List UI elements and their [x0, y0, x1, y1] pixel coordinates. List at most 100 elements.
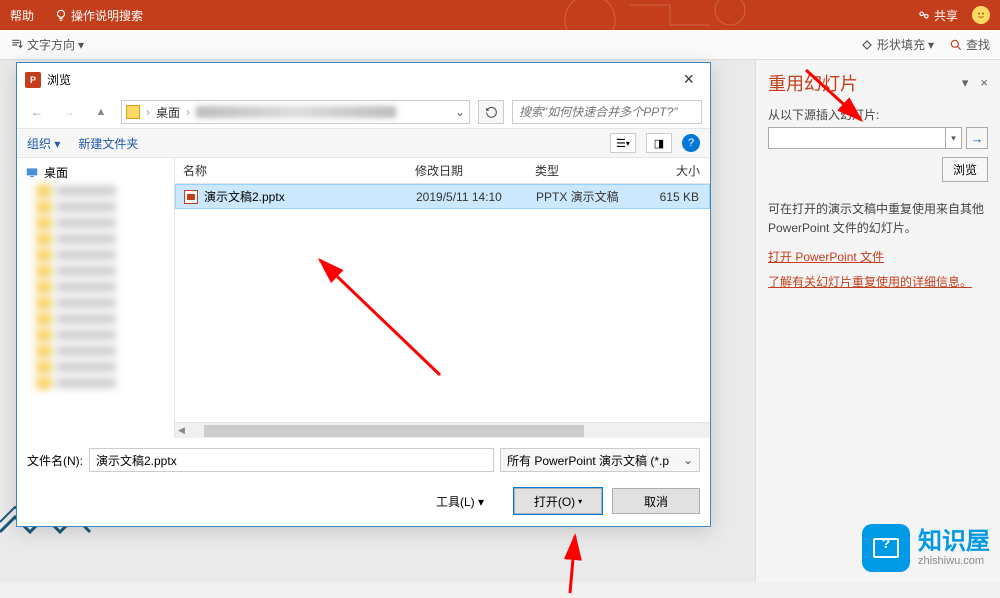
folder-icon: [37, 361, 51, 373]
panel-options-button[interactable]: ▾: [962, 75, 969, 91]
panel-close-button[interactable]: ×: [980, 75, 988, 91]
folder-icon: [37, 313, 51, 325]
tree-item[interactable]: [17, 359, 174, 375]
text-direction-icon: [10, 38, 24, 52]
chevron-down-icon[interactable]: ⌄: [455, 105, 465, 119]
ribbon-tools: 文字方向 ▾ 形状填充 ▾ 查找: [0, 30, 1000, 60]
tree-item[interactable]: [17, 183, 174, 199]
filename-row: 文件名(N): 所有 PowerPoint 演示文稿 (*.p ⌄: [17, 438, 710, 482]
folder-icon: [37, 233, 51, 245]
share-button[interactable]: 共享: [917, 7, 958, 24]
tree-item[interactable]: [17, 375, 174, 391]
open-file-link[interactable]: 打开 PowerPoint 文件: [768, 248, 988, 265]
chevron-right-icon: ›: [146, 105, 150, 119]
file-open-dialog: P 浏览 × ← → ▲ › 桌面 › ⌄: [16, 62, 711, 527]
forward-button[interactable]: →: [57, 105, 81, 119]
editor-area: P 浏览 × ← → ▲ › 桌面 › ⌄: [0, 60, 755, 582]
column-type[interactable]: 类型: [535, 162, 635, 179]
file-size: 615 KB: [636, 190, 709, 204]
tools-button[interactable]: 工具(L) ▾: [436, 493, 484, 510]
back-button[interactable]: ←: [25, 105, 49, 119]
preview-pane-button[interactable]: ◨: [646, 133, 672, 153]
reuse-slides-panel: 重用幻灯片 ▾ × 从以下源插入幻灯片: ▾ → 浏览 可在打开的演示文稿中重复…: [755, 60, 1000, 582]
chevron-down-icon: ▾: [54, 137, 60, 151]
tell-me-search[interactable]: 操作说明搜索: [54, 7, 143, 24]
folder-icon: [37, 297, 51, 309]
folder-icon: [126, 105, 140, 119]
source-input[interactable]: ▾: [768, 127, 962, 149]
file-filter-dropdown[interactable]: 所有 PowerPoint 演示文稿 (*.p ⌄: [500, 448, 700, 472]
breadcrumb-item[interactable]: [196, 106, 396, 118]
powerpoint-icon: P: [25, 72, 41, 88]
learn-more-link[interactable]: 了解有关幻灯片重复使用的详细信息。: [768, 273, 988, 290]
tree-item[interactable]: [17, 215, 174, 231]
shape-fill-button[interactable]: 形状填充 ▾: [860, 36, 934, 53]
dialog-title: 浏览: [47, 71, 71, 88]
browse-button[interactable]: 浏览: [942, 157, 988, 182]
file-name: 演示文稿2.pptx: [204, 188, 285, 205]
column-size[interactable]: 大小: [635, 162, 710, 179]
folder-icon: [37, 265, 51, 277]
scrollbar-thumb[interactable]: [204, 425, 584, 437]
help-tab[interactable]: 帮助: [10, 7, 34, 24]
tree-item[interactable]: [17, 263, 174, 279]
navigation-row: ← → ▲ › 桌面 › ⌄: [17, 96, 710, 128]
search-icon: [949, 38, 963, 52]
refresh-button[interactable]: [478, 100, 504, 124]
horizontal-scrollbar[interactable]: ◀: [175, 422, 710, 438]
address-bar[interactable]: › 桌面 › ⌄: [121, 100, 470, 124]
column-name[interactable]: 名称: [175, 162, 415, 179]
search-input[interactable]: [512, 100, 702, 124]
tree-item[interactable]: [17, 199, 174, 215]
cancel-button[interactable]: 取消: [612, 488, 700, 514]
file-row[interactable]: 演示文稿2.pptx 2019/5/11 14:10 PPTX 演示文稿 615…: [175, 184, 710, 209]
title-bar: 帮助 操作说明搜索 共享: [0, 0, 1000, 30]
folder-icon: [37, 249, 51, 261]
tree-item[interactable]: [17, 327, 174, 343]
chevron-down-icon: ▾: [78, 38, 84, 52]
tree-item[interactable]: [17, 279, 174, 295]
tree-item[interactable]: [17, 295, 174, 311]
close-button[interactable]: ×: [675, 69, 702, 90]
help-button[interactable]: ?: [682, 134, 700, 152]
tree-item[interactable]: [17, 311, 174, 327]
panel-title: 重用幻灯片: [768, 70, 858, 96]
file-list: 名称 修改日期 类型 大小 演示文稿2.pptx 2019/5/11 14:10…: [175, 158, 710, 438]
chevron-down-icon[interactable]: ▾: [945, 128, 961, 148]
filename-label: 文件名(N):: [27, 452, 83, 469]
folder-tree[interactable]: 桌面: [17, 158, 175, 438]
tree-item[interactable]: [17, 343, 174, 359]
filename-input[interactable]: [89, 448, 494, 472]
watermark-icon: ?: [862, 524, 910, 572]
column-headers[interactable]: 名称 修改日期 类型 大小: [175, 158, 710, 184]
breadcrumb-root[interactable]: 桌面: [156, 104, 180, 121]
folder-icon: [37, 377, 51, 389]
scroll-left-icon[interactable]: ◀: [175, 425, 188, 436]
chevron-down-icon: ▾: [928, 38, 934, 52]
fill-icon: [860, 38, 874, 52]
folder-icon: [37, 201, 51, 213]
tree-item-desktop[interactable]: 桌面: [17, 162, 174, 183]
bulb-icon: [54, 8, 68, 22]
organize-button[interactable]: 组织 ▾: [27, 135, 60, 152]
new-folder-button[interactable]: 新建文件夹: [78, 135, 138, 152]
find-button[interactable]: 查找: [949, 36, 990, 53]
up-button[interactable]: ▲: [89, 106, 113, 118]
watermark-title: 知识屋: [918, 529, 990, 555]
folder-icon: [37, 345, 51, 357]
text-direction-button[interactable]: 文字方向 ▾: [10, 36, 84, 53]
panel-subtitle: 从以下源插入幻灯片:: [768, 106, 988, 123]
panel-description: 可在打开的演示文稿中重复使用来自其他 PowerPoint 文件的幻灯片。: [768, 200, 988, 238]
view-options-button[interactable]: ☰ ▾: [610, 133, 636, 153]
feedback-icon[interactable]: [972, 6, 990, 24]
open-button[interactable]: 打开(O) ▾: [514, 488, 602, 514]
chevron-down-icon: ▾: [478, 495, 484, 509]
tree-item[interactable]: [17, 247, 174, 263]
column-date[interactable]: 修改日期: [415, 162, 535, 179]
file-date: 2019/5/11 14:10: [416, 190, 536, 204]
tree-item[interactable]: [17, 231, 174, 247]
watermark-logo: ? 知识屋 zhishiwu.com: [862, 524, 990, 572]
refresh-icon: [485, 106, 498, 119]
folder-icon: [37, 281, 51, 293]
go-button[interactable]: →: [966, 127, 988, 149]
